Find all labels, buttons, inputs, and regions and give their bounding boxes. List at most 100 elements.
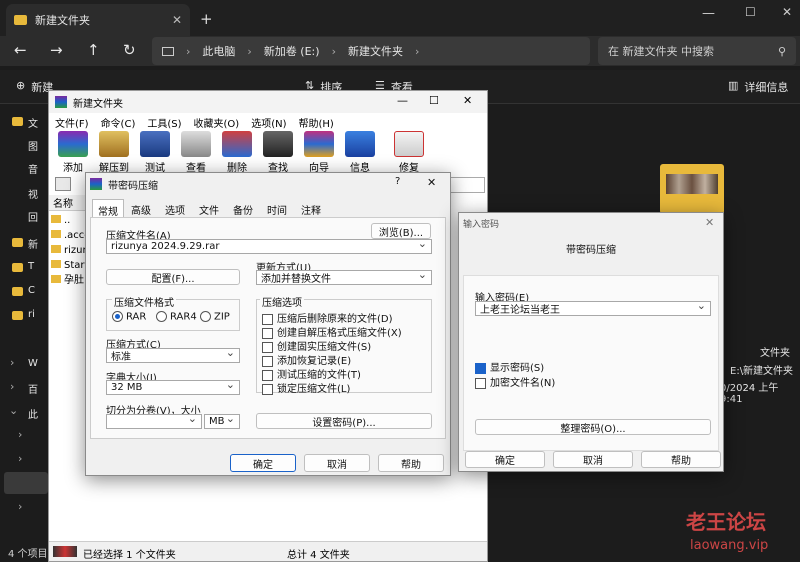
menu-options[interactable]: 选项(N) [251,115,286,130]
toolbar-info[interactable]: 信息 [342,131,378,174]
folder-icon [14,15,27,25]
split-size-input[interactable] [106,412,202,429]
minimize-icon[interactable]: — [397,94,408,107]
column-name[interactable]: 名称 [53,199,73,210]
format-radio-rar4[interactable]: RAR4 [156,311,197,323]
option-sfx[interactable]: 创建自解压格式压缩文件(X) [262,324,402,339]
format-radio-rar[interactable]: RAR [112,311,146,323]
set-password-button[interactable]: 设置密码(P)... [256,413,432,429]
cancel-button[interactable]: 取消 [304,454,370,472]
archive-dialog-title: 带密码压缩 [108,180,158,192]
nav-item[interactable]: W [28,358,38,369]
minimize-icon[interactable]: — [702,6,715,21]
option-recovery[interactable]: 添加恢复记录(E) [262,352,351,367]
maximize-icon[interactable]: ☐ [745,5,756,19]
option-delete-after[interactable]: 压缩后删除原来的文件(D) [262,310,393,325]
ok-button[interactable]: 确定 [465,451,545,468]
info-path: E:\新建文件夹 [730,366,794,377]
chevron-right-icon[interactable]: › [10,380,14,393]
menu-tools[interactable]: 工具(S) [147,115,181,130]
show-password-checkbox[interactable]: 显示密码(S) [475,359,544,374]
new-tab-icon[interactable]: + [200,10,213,28]
selected-status: 已经选择 1 个文件夹 [83,550,176,561]
menu-favorites[interactable]: 收藏夹(O) [194,115,240,130]
profiles-button[interactable]: 配置(F)... [106,269,240,285]
help-button[interactable]: 帮助 [641,451,721,468]
close-icon[interactable]: ✕ [427,176,436,189]
nav-item[interactable]: C [28,285,35,296]
toolbar-add[interactable]: 添加 [55,131,91,174]
toolbar-view[interactable]: 查看 [178,131,214,174]
ok-button[interactable]: 确定 [230,454,296,472]
option-test[interactable]: 测试压缩的文件(T) [262,366,361,381]
nav-item[interactable]: 此 [28,406,38,421]
close-window-icon[interactable]: ✕ [463,94,472,107]
chevron-right-icon[interactable]: › [18,428,22,441]
checkbox [262,313,273,325]
archive-name-input[interactable]: rizunya 2024.9.29.rar [106,237,432,254]
test-icon [140,131,170,157]
breadcrumb[interactable]: › 此电脑 › 新加卷 (E:) › 新建文件夹 › [152,37,590,65]
menu-help[interactable]: 帮助(H) [299,115,334,130]
toolbar-add-label: 添加 [63,163,83,174]
toolbar-extract[interactable]: 解压到 [96,131,132,174]
chevron-down-icon[interactable]: ⌄ [9,404,18,417]
format-radio-zip[interactable]: ZIP [200,311,230,323]
forward-icon[interactable]: → [50,41,63,59]
encrypt-names-checkbox[interactable]: 加密文件名(N) [475,374,555,389]
chevron-right-icon[interactable]: › [18,500,22,513]
refresh-icon[interactable]: ↻ [123,41,136,59]
up-icon[interactable]: ↑ [87,41,100,59]
close-icon[interactable]: ✕ [705,216,714,229]
checkbox [262,327,273,339]
close-window-icon[interactable]: ✕ [782,5,792,19]
radio [156,311,167,322]
cancel-button[interactable]: 取消 [553,451,633,468]
checkbox-checked [475,362,486,374]
toolbar-test[interactable]: 测试 [137,131,173,174]
toolbar-repair[interactable]: 修复 [391,131,427,174]
breadcrumb-pc[interactable]: 此电脑 [202,43,235,59]
nav-item[interactable]: 百 [28,381,38,396]
method-select[interactable]: 标准 [106,346,240,363]
chevron-right-icon[interactable]: › [10,356,14,369]
chevron-right-icon[interactable]: › [18,452,22,465]
nav-item[interactable]: ri [28,309,35,320]
folder-icon [12,287,23,296]
breadcrumb-folder[interactable]: 新建文件夹 [348,43,403,59]
organize-passwords-button[interactable]: 整理密码(O)... [475,419,711,435]
close-tab-icon[interactable]: ✕ [172,13,182,27]
nav-item[interactable]: 视 [28,186,38,201]
search-input[interactable]: 在 新建文件夹 中搜索 ⚲ [598,37,796,65]
toolbar-find[interactable]: 查找 [260,131,296,174]
nav-item[interactable]: 文 [28,115,38,130]
nav-item-selected[interactable] [4,472,48,494]
back-icon[interactable]: ← [14,41,27,59]
up-folder-button[interactable] [55,177,71,191]
dictionary-select[interactable]: 32 MB [106,378,240,395]
menu-commands[interactable]: 命令(C) [101,115,136,130]
watermark-line1: 老王论坛 [686,510,766,534]
toolbar-delete[interactable]: 删除 [219,131,255,174]
split-unit-select[interactable]: MB [204,412,240,429]
breadcrumb-drive[interactable]: 新加卷 (E:) [264,43,320,59]
nav-item[interactable]: 图 [28,138,38,153]
help-button[interactable]: 帮助 [378,454,444,472]
path-dropdown[interactable] [449,177,485,193]
help-icon[interactable]: ? [395,176,400,187]
update-method-select[interactable]: 添加并替换文件 [256,268,432,285]
option-lock[interactable]: 锁定压缩文件(L) [262,380,350,395]
toolbar-wizard[interactable]: 向导 [301,131,337,174]
nav-item[interactable]: 新 [28,236,38,251]
maximize-icon[interactable]: ☐ [429,94,439,107]
nav-item[interactable]: 回 [28,209,38,224]
details-button[interactable]: ▥ 详细信息 [728,79,788,95]
nav-item[interactable]: 音 [28,161,38,176]
option-solid[interactable]: 创建固实压缩文件(S) [262,338,371,353]
menu-file[interactable]: 文件(F) [55,115,89,130]
details-pane-icon: ▥ [728,79,739,92]
password-input[interactable]: 上老王论坛当老王 [475,299,711,316]
checkbox [475,377,486,389]
explorer-tab[interactable]: 新建文件夹 ✕ [6,4,190,36]
nav-item[interactable]: T [28,261,34,272]
